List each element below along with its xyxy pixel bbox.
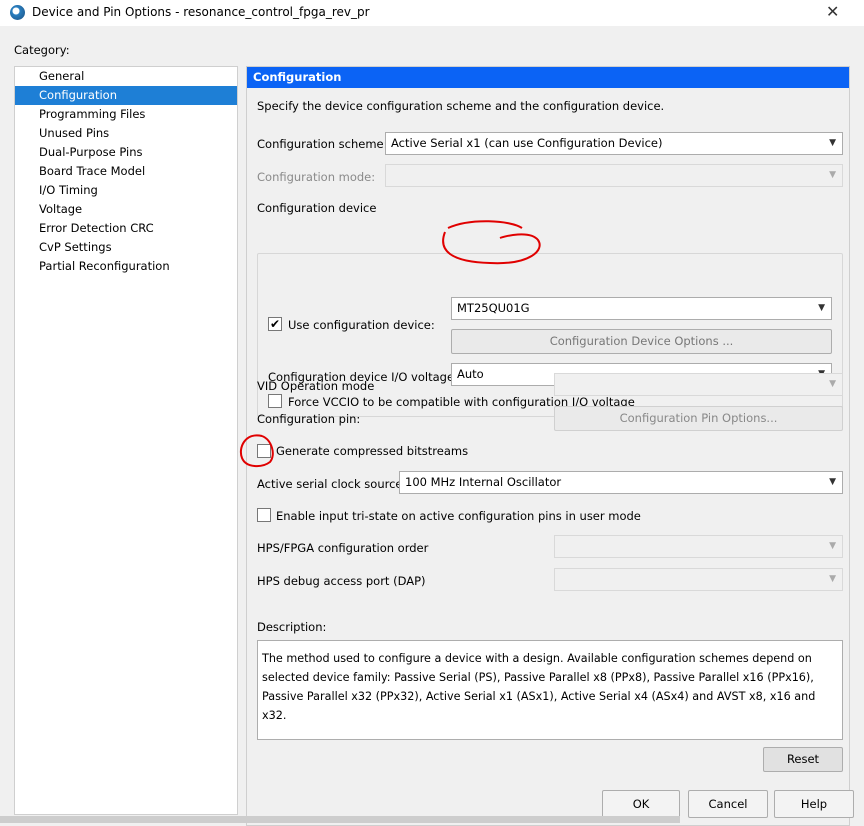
- category-item-programming-files[interactable]: Programming Files: [15, 105, 237, 124]
- hps-order-label: HPS/FPGA configuration order: [257, 541, 429, 555]
- category-list[interactable]: General Configuration Programming Files …: [14, 66, 238, 815]
- scheme-select[interactable]: Active Serial x1 (can use Configuration …: [385, 132, 843, 155]
- scheme-label: Configuration scheme:: [257, 137, 388, 151]
- tristate-label: Enable input tri-state on active configu…: [276, 509, 641, 523]
- category-label: Category:: [14, 43, 70, 57]
- category-item-unused-pins[interactable]: Unused Pins: [15, 124, 237, 143]
- use-device-label: Use configuration device:: [288, 318, 435, 332]
- panel-title: Configuration: [247, 67, 849, 88]
- chevron-down-icon: ▼: [829, 170, 836, 180]
- mode-label: Configuration mode:: [257, 170, 376, 184]
- chevron-down-icon: ▼: [829, 574, 836, 584]
- compress-label: Generate compressed bitstreams: [276, 444, 469, 458]
- description-box: The method used to configure a device wi…: [257, 640, 843, 740]
- vid-label: VID Operation mode: [257, 379, 375, 393]
- device-value: MT25QU01G: [457, 301, 530, 315]
- category-item-dual-purpose-pins[interactable]: Dual-Purpose Pins: [15, 143, 237, 162]
- category-item-voltage[interactable]: Voltage: [15, 200, 237, 219]
- compress-checkbox[interactable]: [257, 444, 271, 458]
- ok-button[interactable]: OK: [602, 790, 680, 818]
- reset-button[interactable]: Reset: [763, 747, 843, 772]
- use-device-checkbox[interactable]: ✔: [268, 317, 282, 331]
- chevron-down-icon: ▼: [818, 303, 825, 313]
- category-item-board-trace-model[interactable]: Board Trace Model: [15, 162, 237, 181]
- cancel-button[interactable]: Cancel: [688, 790, 768, 818]
- pin-label: Configuration pin:: [257, 412, 361, 426]
- close-icon[interactable]: ✕: [826, 2, 839, 21]
- configuration-panel: Configuration Specify the device configu…: [246, 66, 850, 826]
- pin-options-button[interactable]: Configuration Pin Options...: [554, 406, 843, 431]
- category-item-io-timing[interactable]: I/O Timing: [15, 181, 237, 200]
- hps-dap-label: HPS debug access port (DAP): [257, 574, 426, 588]
- horizontal-scrollbar[interactable]: [0, 816, 680, 823]
- description-label: Description:: [257, 620, 327, 634]
- vid-select[interactable]: ▼: [554, 373, 843, 396]
- help-button[interactable]: Help: [774, 790, 854, 818]
- clock-label: Active serial clock source:: [257, 477, 407, 491]
- scheme-value: Active Serial x1 (can use Configuration …: [391, 136, 663, 150]
- device-options-button[interactable]: Configuration Device Options ...: [451, 329, 832, 354]
- category-item-cvp-settings[interactable]: CvP Settings: [15, 238, 237, 257]
- hps-dap-select[interactable]: ▼: [554, 568, 843, 591]
- app-icon: [10, 5, 25, 20]
- category-item-error-detection-crc[interactable]: Error Detection CRC: [15, 219, 237, 238]
- chevron-down-icon: ▼: [829, 541, 836, 551]
- chevron-down-icon: ▼: [829, 138, 836, 148]
- force-vccio-checkbox[interactable]: [268, 394, 282, 408]
- panel-intro: Specify the device configuration scheme …: [257, 99, 665, 113]
- tristate-checkbox[interactable]: [257, 508, 271, 522]
- device-select[interactable]: MT25QU01G ▼: [451, 297, 832, 320]
- category-item-general[interactable]: General: [15, 67, 237, 86]
- device-group-label: Configuration device: [257, 201, 377, 215]
- io-voltage-value: Auto: [457, 367, 484, 381]
- clock-value: 100 MHz Internal Oscillator: [405, 475, 562, 489]
- category-item-configuration[interactable]: Configuration: [15, 86, 237, 105]
- title-bar: Device and Pin Options - resonance_contr…: [0, 0, 864, 26]
- hps-order-select[interactable]: ▼: [554, 535, 843, 558]
- chevron-down-icon: ▼: [829, 477, 836, 487]
- category-item-partial-reconfiguration[interactable]: Partial Reconfiguration: [15, 257, 237, 276]
- mode-select[interactable]: ▼: [385, 164, 843, 187]
- clock-select[interactable]: 100 MHz Internal Oscillator ▼: [399, 471, 843, 494]
- chevron-down-icon: ▼: [829, 379, 836, 389]
- window-title: Device and Pin Options - resonance_contr…: [32, 5, 370, 19]
